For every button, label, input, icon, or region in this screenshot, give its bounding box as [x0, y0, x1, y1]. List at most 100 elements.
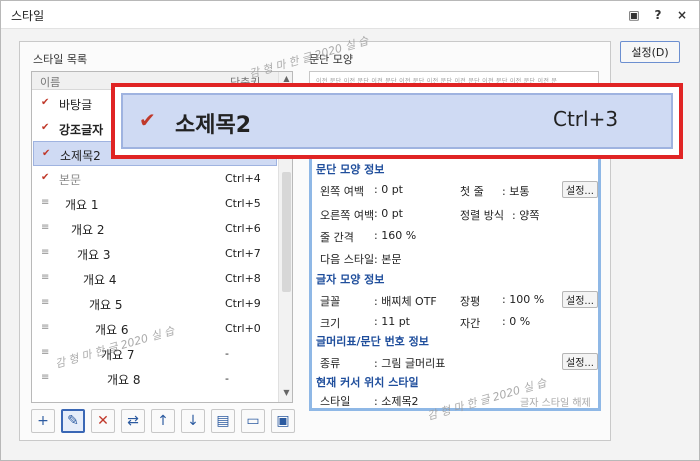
- style-shortcut: Ctrl+9: [225, 297, 261, 310]
- style-name: 개요 3: [77, 248, 111, 262]
- style-list-row[interactable]: ≡ 개요 4 Ctrl+8: [33, 266, 277, 291]
- spacing-label: 자간: [460, 317, 481, 330]
- cursor-style-value: : 소제목2: [374, 395, 419, 408]
- style-list-row[interactable]: ≡ 개요 1 Ctrl+5: [33, 191, 277, 216]
- style-icon: ✔: [41, 172, 50, 183]
- style-toolbar: + ✎ ✕ ⇄ ↑ ↓ ▤ ▭ ▣: [31, 409, 295, 435]
- edit-style-button[interactable]: ✎: [61, 409, 85, 433]
- style-name: 개요 1: [65, 198, 99, 212]
- settings-button[interactable]: 설정(D): [620, 41, 680, 63]
- bullet-info-heading: 글머리표/문단 번호 정보: [316, 335, 429, 348]
- style-list-label: 스타일 목록: [33, 53, 88, 66]
- move-down-button[interactable]: ↓: [181, 409, 205, 433]
- style-name: 개요 4: [83, 273, 117, 287]
- style-name: 개요 6: [95, 323, 129, 337]
- left-margin-value: : 0 pt: [374, 183, 403, 196]
- style-shortcut: Ctrl+7: [225, 247, 261, 260]
- style-shortcut: -: [225, 372, 229, 385]
- style-shortcut: Ctrl+0: [225, 322, 261, 335]
- char-info-heading: 글자 모양 정보: [316, 273, 385, 286]
- style-name: 개요 5: [89, 298, 123, 312]
- open-style-button[interactable]: ▭: [241, 409, 265, 433]
- char-setup-button[interactable]: 설정...: [562, 291, 598, 308]
- first-line-value: : 보통: [502, 185, 530, 198]
- zoom-style-name: 소제목2: [175, 113, 252, 138]
- zoom-selected-row: ✔ 소제목2 Ctrl+3: [121, 93, 673, 149]
- outline-icon: ≡: [41, 297, 50, 308]
- style-list-row[interactable]: ≡ 개요 7 -: [33, 341, 277, 366]
- scroll-down-icon[interactable]: ▼: [281, 388, 292, 400]
- outline-icon: ≡: [41, 272, 50, 283]
- outline-icon: ≡: [41, 222, 50, 233]
- zoom-callout: ✔ 소제목2 Ctrl+3: [111, 83, 683, 159]
- outline-icon: ≡: [41, 347, 50, 358]
- cursor-style-heading: 현재 커서 위치 스타일: [316, 376, 419, 389]
- delete-style-button[interactable]: ✕: [91, 409, 115, 433]
- caption-icon[interactable]: ▣: [625, 6, 643, 24]
- next-style-value: : 본문: [374, 253, 402, 266]
- kind-label: 종류: [320, 357, 341, 370]
- align-label: 정렬 방식: [460, 209, 504, 222]
- width-label: 장평: [460, 295, 481, 308]
- bullet-setup-button[interactable]: 설정...: [562, 353, 598, 370]
- style-shortcut: Ctrl+6: [225, 222, 261, 235]
- left-margin-label: 왼쪽 여백: [320, 185, 364, 198]
- para-shape-label: 문단 모양: [309, 53, 353, 66]
- font-label: 글꼴: [320, 295, 341, 308]
- style-list-row[interactable]: ≡ 개요 6 Ctrl+0: [33, 316, 277, 341]
- style-list-row[interactable]: ✔ 본문 Ctrl+4: [33, 166, 277, 191]
- zoom-style-shortcut: Ctrl+3: [553, 107, 619, 131]
- style-shortcut: -: [225, 347, 229, 360]
- style-name: 바탕글: [59, 98, 93, 112]
- close-icon[interactable]: ×: [673, 6, 691, 24]
- col-name: 이름: [40, 76, 61, 89]
- size-value: : 11 pt: [374, 315, 410, 328]
- import-style-button[interactable]: ▤: [211, 409, 235, 433]
- first-line-label: 첫 줄: [460, 185, 484, 198]
- scroll-thumb[interactable]: [282, 172, 291, 292]
- style-name: 본문: [59, 173, 82, 187]
- cursor-style-label: 스타일: [320, 395, 351, 408]
- style-shortcut: Ctrl+5: [225, 197, 261, 210]
- right-margin-label: 오른쪽 여백: [320, 209, 375, 222]
- style-name: 소제목2: [60, 149, 101, 163]
- style-list-row[interactable]: ≡ 개요 8 -: [33, 366, 277, 391]
- add-style-button[interactable]: +: [31, 409, 55, 433]
- style-icon: ✔: [42, 148, 51, 159]
- move-up-button[interactable]: ↑: [151, 409, 175, 433]
- style-shortcut: Ctrl+8: [225, 272, 261, 285]
- save-style-button[interactable]: ▣: [271, 409, 295, 433]
- right-margin-value: : 0 pt: [374, 207, 403, 220]
- style-name: 개요 7: [101, 348, 135, 362]
- help-icon[interactable]: ?: [649, 6, 667, 24]
- line-spacing-value: : 160 %: [374, 229, 417, 242]
- title-bar: 스타일 ▣ ? ×: [1, 1, 699, 29]
- dialog-title: 스타일: [11, 9, 45, 23]
- style-icon: ✔: [41, 97, 50, 108]
- style-list-row[interactable]: ≡ 개요 2 Ctrl+6: [33, 216, 277, 241]
- line-spacing-label: 줄 간격: [320, 231, 354, 244]
- style-shortcut: Ctrl+4: [225, 172, 261, 185]
- style-icon: ✔: [41, 122, 50, 133]
- style-info-box: 문단 모양 정보 왼쪽 여백 : 0 pt 첫 줄 : 보통 설정... 오른쪽…: [309, 156, 601, 411]
- replace-style-button[interactable]: ⇄: [121, 409, 145, 433]
- outline-icon: ≡: [41, 322, 50, 333]
- style-name: 개요 8: [107, 373, 141, 387]
- release-char-style-button[interactable]: 글자 스타일 해제: [520, 394, 591, 409]
- style-list-row[interactable]: ≡ 개요 5 Ctrl+9: [33, 291, 277, 316]
- size-label: 크기: [320, 317, 341, 330]
- style-name: 강조글자: [59, 123, 104, 137]
- style-name: 개요 2: [71, 223, 105, 237]
- outline-icon: ≡: [41, 197, 50, 208]
- kind-value: : 그림 글머리표: [374, 357, 446, 370]
- font-value: : 배찌체 OTF: [374, 295, 437, 308]
- outline-icon: ≡: [41, 247, 50, 258]
- style-list-row[interactable]: ≡ 개요 3 Ctrl+7: [33, 241, 277, 266]
- width-value: : 100 %: [502, 293, 545, 306]
- para-setup-button[interactable]: 설정...: [562, 181, 598, 198]
- style-icon: ✔: [139, 108, 156, 132]
- align-value: : 양쪽: [512, 209, 540, 222]
- para-info-heading: 문단 모양 정보: [316, 163, 385, 176]
- spacing-value: : 0 %: [502, 315, 531, 328]
- style-dialog: 스타일 ▣ ? × 스타일 목록 문단 모양 이름 단축키 ✔바탕글✔강조글자✔…: [0, 0, 700, 461]
